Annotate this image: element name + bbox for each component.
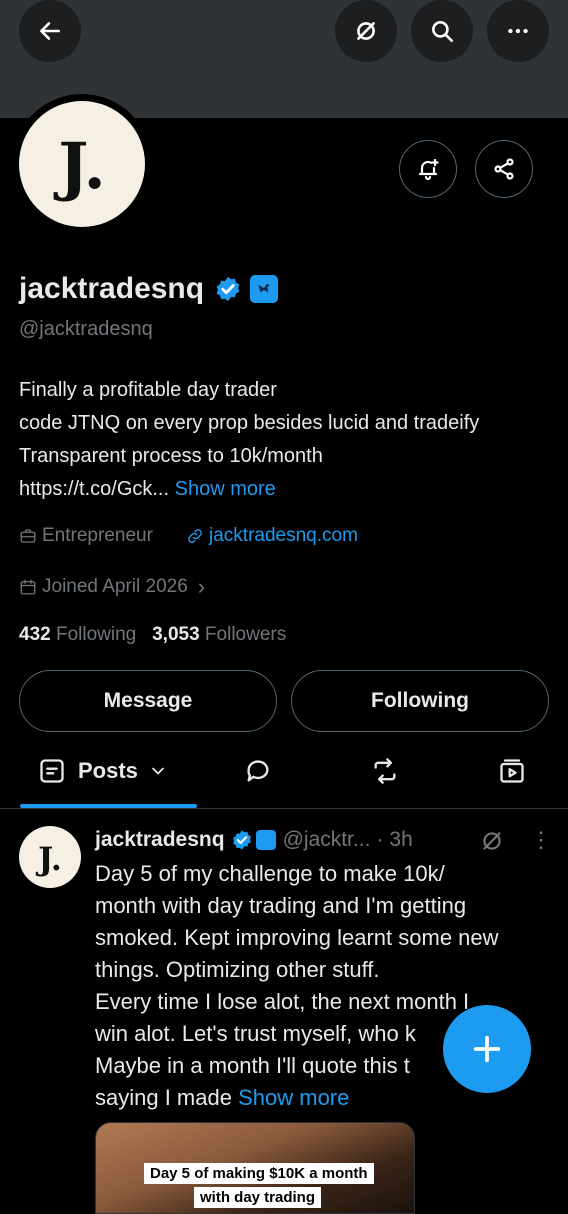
posts-icon bbox=[40, 759, 64, 783]
briefcase-icon bbox=[20, 529, 36, 543]
post-header: jacktradesnq @jacktr... · 3h bbox=[95, 828, 413, 852]
post-time: 3h bbox=[389, 828, 413, 851]
display-name: jacktradesnq bbox=[19, 272, 205, 305]
notifications-button[interactable] bbox=[399, 140, 457, 198]
bio-line: code JTNQ on every prop besides lucid an… bbox=[19, 412, 480, 434]
tab-reposts[interactable] bbox=[371, 746, 399, 796]
following-label: Following bbox=[55, 624, 137, 645]
post-last-line: saying I made bbox=[95, 1085, 232, 1110]
grok-icon[interactable] bbox=[479, 828, 505, 854]
verified-badge-icon bbox=[232, 830, 251, 850]
tab-posts[interactable]: Posts bbox=[38, 746, 168, 796]
arrow-left-icon bbox=[40, 22, 60, 40]
post-line: smoked. Kept improving learnt some new bbox=[95, 925, 499, 950]
back-button[interactable] bbox=[19, 0, 81, 62]
profile-avatar[interactable]: J. bbox=[19, 101, 145, 227]
post-author-avatar[interactable]: J. bbox=[19, 826, 81, 888]
follow-stats: 432 Following 3,053 Followers bbox=[19, 624, 286, 646]
post-media[interactable]: Day 5 of making $10K a month with day tr… bbox=[95, 1122, 415, 1214]
profile-bio: Finally a profitable day trader code JTN… bbox=[19, 374, 559, 506]
share-icon bbox=[494, 158, 514, 180]
grok-icon bbox=[357, 22, 375, 40]
post-author-name[interactable]: jacktradesnq bbox=[95, 828, 225, 852]
media-caption-line-1: Day 5 of making $10K a month bbox=[144, 1163, 374, 1184]
followers-count: 3,053 bbox=[152, 624, 200, 645]
followers-label: Followers bbox=[204, 624, 287, 645]
joined-row[interactable]: Joined April 2026 › bbox=[19, 574, 205, 600]
post-author-handle: @jacktr... bbox=[282, 828, 371, 851]
profile-handle: @jacktradesnq bbox=[19, 318, 153, 340]
play-back-icon bbox=[414, 1153, 415, 1173]
bio-show-more-link[interactable]: Show more bbox=[175, 478, 276, 500]
following-count: 432 bbox=[19, 624, 51, 645]
post-show-more-link[interactable]: Show more bbox=[238, 1085, 349, 1110]
post-line: Day 5 of my challenge to make 10k/ bbox=[95, 861, 445, 886]
chevron-down-icon bbox=[152, 767, 164, 775]
bio-link[interactable]: https://t.co/Gck... bbox=[19, 478, 169, 500]
following-button[interactable]: Following bbox=[291, 670, 549, 732]
category-row: Entrepreneur bbox=[19, 525, 153, 547]
more-horizontal-icon bbox=[508, 28, 528, 34]
bio-line: https://t.co/Gck... Show more bbox=[19, 473, 559, 506]
grok-button[interactable] bbox=[335, 0, 397, 62]
link-icon bbox=[188, 529, 202, 543]
following-stat[interactable]: 432 Following bbox=[19, 624, 136, 645]
post-separator: · bbox=[376, 828, 384, 851]
share-button[interactable] bbox=[475, 140, 533, 198]
chevron-right-icon: › bbox=[197, 574, 206, 599]
website-row[interactable]: jacktradesnq.com bbox=[186, 525, 358, 547]
affiliate-badge-icon[interactable] bbox=[250, 275, 279, 303]
media-caption-line-2: with day trading bbox=[194, 1187, 322, 1208]
profile-website[interactable]: jacktradesnq.com bbox=[209, 525, 358, 547]
bio-line: Transparent process to 10k/month bbox=[19, 445, 323, 467]
avatar-letter: J. bbox=[58, 129, 106, 204]
affiliate-badge-icon bbox=[255, 830, 276, 850]
repost-icon bbox=[374, 758, 396, 784]
message-button[interactable]: Message bbox=[19, 670, 277, 732]
bio-line: Finally a profitable day trader bbox=[19, 379, 277, 401]
post-more-icon[interactable]: ⋮ bbox=[530, 827, 552, 853]
profile-category: Entrepreneur bbox=[42, 525, 153, 546]
bell-plus-icon bbox=[418, 158, 439, 181]
post-line: month with day trading and I'm getting bbox=[95, 893, 467, 918]
media-icon bbox=[500, 759, 524, 783]
active-tab-indicator bbox=[20, 804, 197, 808]
profile-tabs: Posts bbox=[0, 746, 568, 809]
followers-stat[interactable]: 3,053 Followers bbox=[152, 624, 286, 645]
reply-bubble-icon bbox=[247, 760, 269, 782]
profile-name-row: jacktradesnq bbox=[19, 272, 279, 306]
more-options-button[interactable] bbox=[487, 0, 549, 62]
tab-media[interactable] bbox=[498, 746, 526, 796]
tab-replies[interactable] bbox=[244, 746, 272, 796]
verified-badge-icon[interactable] bbox=[214, 275, 242, 303]
calendar-icon bbox=[20, 579, 36, 595]
plus-icon bbox=[473, 1035, 501, 1063]
search-icon bbox=[432, 21, 454, 43]
compose-post-button[interactable] bbox=[443, 1005, 531, 1093]
post-avatar-letter: J. bbox=[38, 839, 62, 878]
tab-posts-label: Posts bbox=[78, 758, 138, 783]
search-button[interactable] bbox=[411, 0, 473, 62]
profile-joined: Joined April 2026 bbox=[42, 576, 188, 597]
bird-icon bbox=[258, 284, 270, 293]
post-line: things. Optimizing other stuff. bbox=[95, 957, 380, 982]
